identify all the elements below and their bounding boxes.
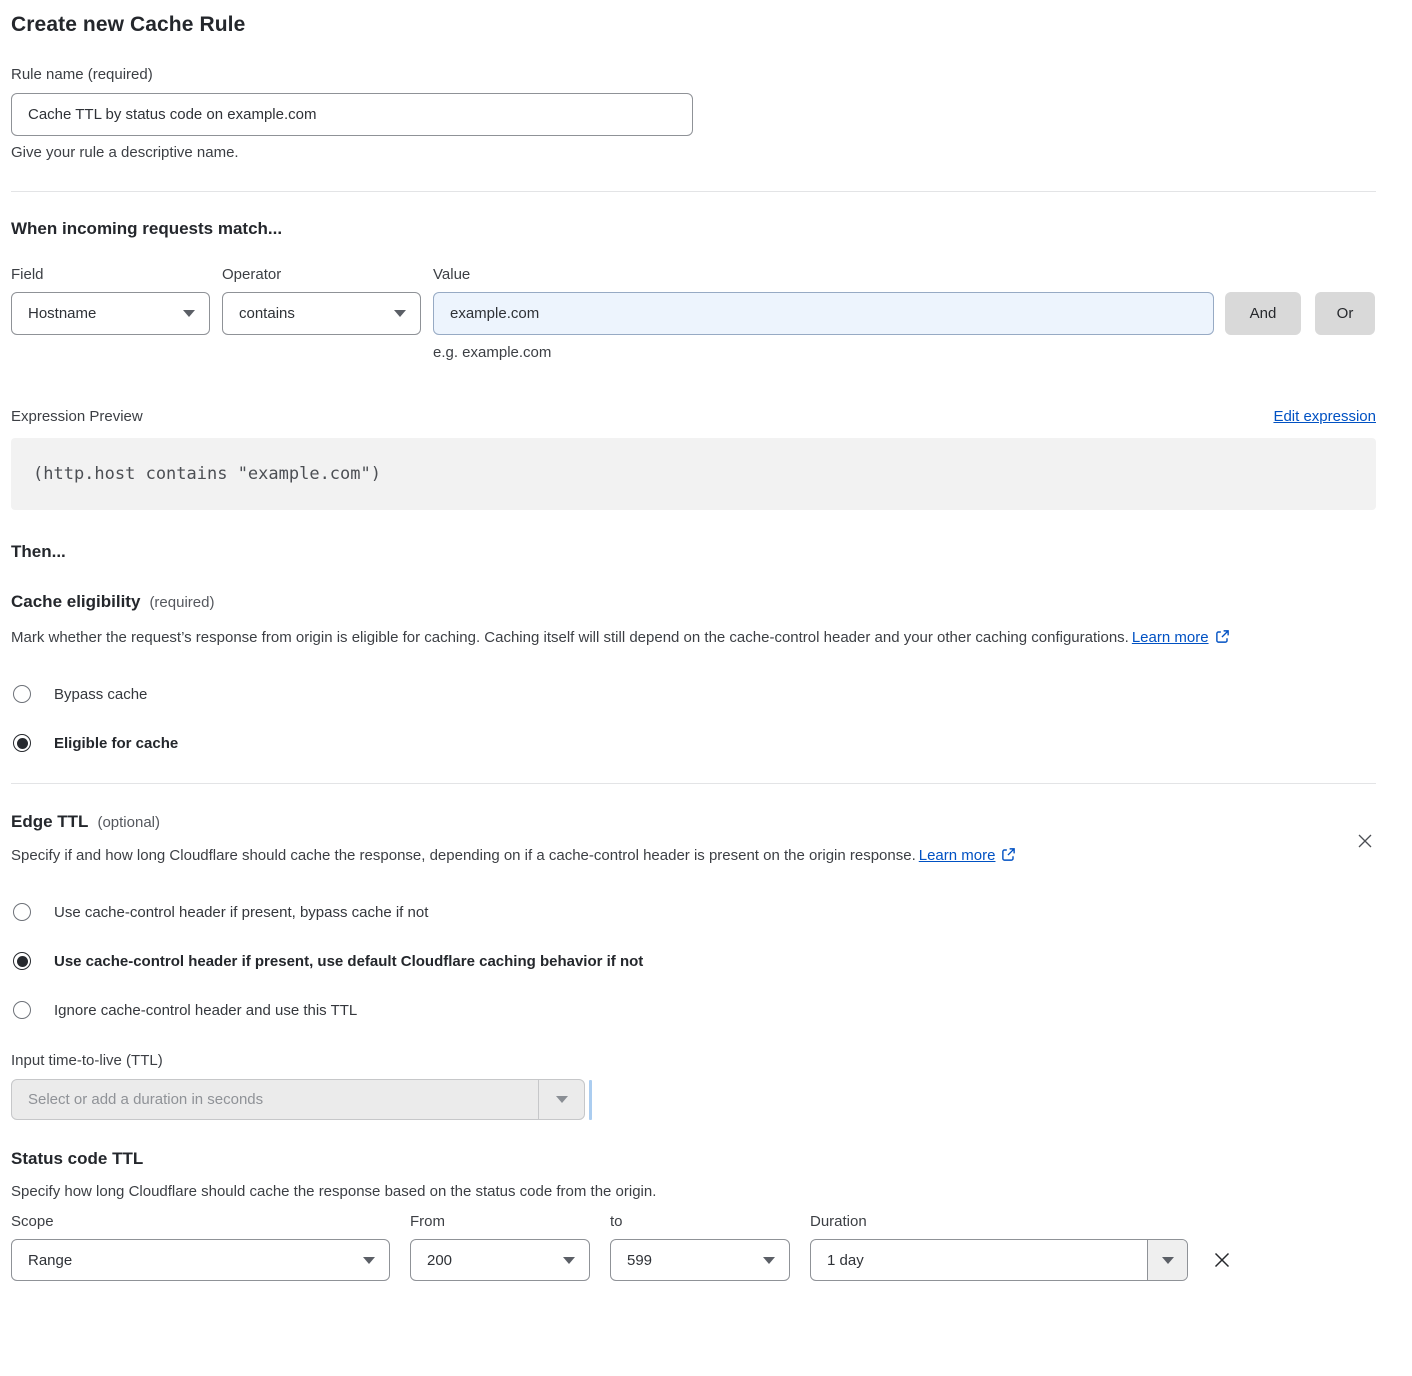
edge-ttl-option-default[interactable]: Use cache-control header if present, use… xyxy=(13,952,1376,970)
expression-preview-label: Expression Preview xyxy=(11,408,143,425)
and-button[interactable]: And xyxy=(1225,292,1301,335)
match-controls-row: Hostname contains And Or xyxy=(11,292,1376,335)
operator-select[interactable]: contains xyxy=(222,292,421,335)
edit-expression-link[interactable]: Edit expression xyxy=(1273,408,1376,425)
expression-code: (http.host contains "example.com") xyxy=(11,438,1376,510)
to-label: to xyxy=(610,1213,810,1230)
status-code-ttl-row: Range 200 599 1 day xyxy=(11,1239,1376,1281)
value-input[interactable] xyxy=(433,292,1214,335)
chevron-down-icon xyxy=(1162,1257,1174,1264)
value-help: e.g. example.com xyxy=(433,344,1376,361)
edge-ttl-option-ignore[interactable]: Ignore cache-control header and use this… xyxy=(13,1001,1376,1019)
edge-ttl-option-ignore-label[interactable]: Ignore cache-control header and use this… xyxy=(54,1002,357,1019)
rule-name-input[interactable] xyxy=(11,93,693,136)
chevron-down-icon xyxy=(363,1257,375,1264)
match-labels-row: Field Operator Value xyxy=(11,266,1376,283)
field-select[interactable]: Hostname xyxy=(11,292,210,335)
edge-ttl-option-bypass[interactable]: Use cache-control header if present, byp… xyxy=(13,903,1376,921)
operator-select-value: contains xyxy=(239,305,295,322)
status-code-ttl-description: Specify how long Cloudflare should cache… xyxy=(11,1183,1376,1200)
edge-ttl-description: Specify if and how long Cloudflare shoul… xyxy=(11,842,1351,872)
duration-arrow-button[interactable] xyxy=(1147,1240,1187,1280)
edge-ttl-section: Edge TTL (optional) Specify if and how l… xyxy=(11,812,1376,1120)
cache-eligibility-title: Cache eligibility xyxy=(11,592,140,612)
radio-icon[interactable] xyxy=(13,734,31,752)
cache-eligibility-description-text: Mark whether the request’s response from… xyxy=(11,629,1129,646)
cache-eligibility-required-badge: (required) xyxy=(149,594,214,611)
external-link-icon xyxy=(1215,626,1230,654)
learn-more-link[interactable]: Learn more xyxy=(1132,629,1209,646)
eligible-for-cache-label[interactable]: Eligible for cache xyxy=(54,735,178,752)
learn-more-link[interactable]: Learn more xyxy=(919,847,996,864)
section-divider xyxy=(11,191,1376,192)
close-icon[interactable] xyxy=(1355,831,1375,851)
chevron-down-icon xyxy=(183,310,195,317)
section-divider xyxy=(11,783,1376,784)
from-select[interactable]: 200 xyxy=(410,1239,590,1281)
rule-name-help: Give your rule a descriptive name. xyxy=(11,144,1376,161)
radio-icon[interactable] xyxy=(13,903,31,921)
edge-ttl-description-text: Specify if and how long Cloudflare shoul… xyxy=(11,847,916,864)
to-select-value: 599 xyxy=(627,1252,652,1269)
edge-ttl-option-default-label[interactable]: Use cache-control header if present, use… xyxy=(54,953,643,970)
value-label: Value xyxy=(433,266,644,283)
or-button[interactable]: Or xyxy=(1315,292,1375,335)
radio-icon[interactable] xyxy=(13,952,31,970)
field-label: Field xyxy=(11,266,222,283)
duration-select[interactable]: 1 day xyxy=(810,1239,1188,1281)
ttl-duration-select[interactable]: Select or add a duration in seconds xyxy=(11,1079,585,1120)
cache-eligibility-description: Mark whether the request’s response from… xyxy=(11,624,1351,654)
page-title: Create new Cache Rule xyxy=(11,13,1376,37)
match-heading: When incoming requests match... xyxy=(11,219,1376,239)
chevron-down-icon xyxy=(763,1257,775,1264)
status-code-ttl-title: Status code TTL xyxy=(11,1149,143,1169)
create-cache-rule-form: Create new Cache Rule Rule name (require… xyxy=(0,0,1412,1376)
from-select-value: 200 xyxy=(427,1252,452,1269)
duration-select-value: 1 day xyxy=(811,1240,1147,1280)
rule-name-label: Rule name (required) xyxy=(11,66,1376,83)
expression-preview-row: Expression Preview Edit expression xyxy=(11,408,1376,425)
radio-icon[interactable] xyxy=(13,1001,31,1019)
bypass-cache-label[interactable]: Bypass cache xyxy=(54,686,147,703)
duration-label: Duration xyxy=(810,1213,867,1230)
delete-row-icon[interactable] xyxy=(1210,1248,1234,1272)
chevron-down-icon xyxy=(394,310,406,317)
to-select[interactable]: 599 xyxy=(610,1239,790,1281)
eligible-for-cache-option[interactable]: Eligible for cache xyxy=(13,734,1376,752)
ttl-duration-arrow-button[interactable] xyxy=(538,1080,584,1119)
edge-ttl-heading: Edge TTL (optional) xyxy=(11,812,1376,832)
then-heading: Then... xyxy=(11,542,1376,562)
ttl-duration-placeholder: Select or add a duration in seconds xyxy=(12,1080,538,1119)
field-select-value: Hostname xyxy=(28,305,96,322)
radio-icon[interactable] xyxy=(13,685,31,703)
cache-eligibility-heading: Cache eligibility (required) xyxy=(11,592,1376,612)
chevron-down-icon xyxy=(563,1257,575,1264)
ttl-input-label: Input time-to-live (TTL) xyxy=(11,1052,1376,1069)
edge-ttl-title: Edge TTL xyxy=(11,812,88,832)
operator-label: Operator xyxy=(222,266,433,283)
from-label: From xyxy=(410,1213,610,1230)
bypass-cache-option[interactable]: Bypass cache xyxy=(13,685,1376,703)
scope-select-value: Range xyxy=(28,1252,72,1269)
edge-ttl-option-bypass-label[interactable]: Use cache-control header if present, byp… xyxy=(54,904,428,921)
scope-label: Scope xyxy=(11,1213,410,1230)
chevron-down-icon xyxy=(556,1096,568,1103)
status-code-ttl-heading: Status code TTL xyxy=(11,1149,1376,1169)
focus-strip xyxy=(589,1080,592,1120)
edge-ttl-optional-badge: (optional) xyxy=(97,814,160,831)
status-row-labels: Scope From to Duration xyxy=(11,1213,1376,1230)
ttl-select-wrap: Select or add a duration in seconds xyxy=(11,1079,1376,1120)
scope-select[interactable]: Range xyxy=(11,1239,390,1281)
external-link-icon xyxy=(1001,844,1016,872)
